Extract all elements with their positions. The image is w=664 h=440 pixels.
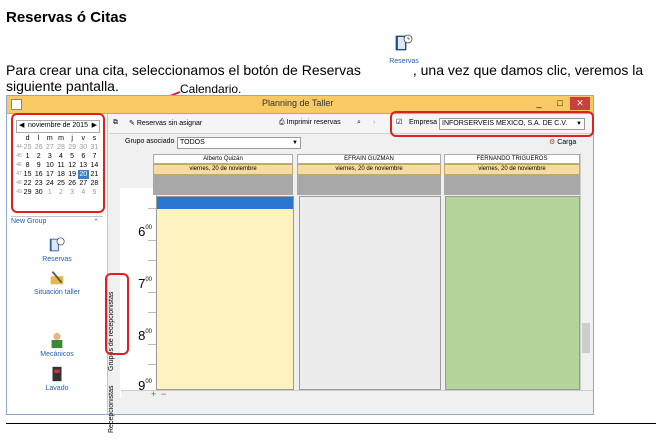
sidebar-item-mecanicos[interactable]: Mecánicos [7, 331, 107, 358]
column-gray-band [297, 175, 441, 195]
chevron-down-icon: ▼ [292, 140, 298, 146]
hour-label: 600 [138, 224, 152, 239]
book-clock-icon [49, 237, 65, 252]
schedule-column[interactable] [156, 196, 294, 390]
new-group-header[interactable]: New Group ⌃ [11, 216, 103, 228]
washer-icon [52, 366, 62, 382]
group-value: TODOS [180, 139, 205, 146]
binoculars-icon[interactable]: ⌕ [357, 119, 361, 127]
page-title: Reservas ó Citas [6, 9, 127, 26]
carga-button[interactable]: ⚙ Carga [549, 138, 576, 146]
column-header-name: Alberto Quizán [153, 154, 293, 164]
add-button[interactable]: + [151, 389, 156, 399]
hour-label: 800 [138, 328, 152, 343]
mechanic-icon [51, 332, 63, 349]
intro-text-before: Para crear una cita, seleccionamos el bo… [6, 62, 361, 78]
collapse-icon[interactable]: ⧉ [113, 119, 118, 127]
hour-label: 700 [138, 276, 152, 291]
tab-recepcionistas[interactable]: Recepcionistas [108, 378, 119, 440]
unassigned-reservations-label: Reservas sin asignar [136, 120, 203, 127]
carga-label: Carga [557, 139, 577, 146]
load-icon: ⚙ [549, 139, 556, 146]
chevron-right-icon[interactable]: › [373, 119, 375, 126]
schedule-column[interactable] [445, 196, 580, 390]
reservas-inline-icon: Reservas [386, 33, 422, 65]
column-header-name: EFRAIN GUZMAN [297, 154, 441, 164]
group-label: Grupo asociado [125, 138, 175, 145]
empresa-highlight [390, 111, 594, 137]
group-select[interactable]: TODOS ▼ [177, 137, 301, 149]
app-icon [11, 99, 22, 110]
group-selector-row: Grupo asociado TODOS ▼ ⚙ Carga [121, 136, 593, 150]
vertical-scrollbar[interactable] [580, 153, 592, 393]
printer-icon: ⎙ [279, 119, 285, 126]
divider [6, 423, 656, 424]
column-header-day: viernes, 20 de noviembre [444, 164, 580, 175]
column-gray-band [153, 175, 293, 195]
tools-icon [50, 271, 64, 285]
scrollbar-thumb[interactable] [582, 323, 590, 353]
window-title: Planning de Taller [262, 98, 334, 108]
selected-slot[interactable] [157, 197, 293, 209]
sidebar-item-situacion[interactable]: Situación taller [7, 269, 107, 296]
column-header-day: viernes, 20 de noviembre [297, 164, 441, 175]
close-button[interactable]: ✕ [570, 97, 590, 110]
sidebar-item-label: Situación taller [34, 289, 80, 296]
note-icon: ✎ [129, 120, 135, 127]
sidebar-item-reservas[interactable]: Reservas [7, 236, 107, 263]
sidebar-item-lavado[interactable]: Lavado [7, 365, 107, 392]
schedule-column[interactable] [299, 196, 441, 390]
maximize-button[interactable]: □ [550, 97, 570, 110]
column-header-day: viernes, 20 de noviembre [153, 164, 293, 175]
sidebar-item-label: Lavado [45, 385, 69, 392]
minimize-button[interactable]: _ [529, 97, 549, 110]
horizontal-scrollbar[interactable]: + − [121, 389, 593, 401]
chevron-up-icon[interactable]: ⌃ [93, 218, 99, 226]
print-reservations-button[interactable]: ⎙ Imprimir reservas [279, 119, 341, 127]
sidebar-item-label: Mecánicos [40, 351, 74, 358]
sidebar-item-label: Reservas [42, 256, 72, 263]
tabs-highlight [105, 273, 129, 355]
column-gray-band [444, 175, 580, 195]
unassigned-reservations-button[interactable]: ✎ Reservas sin asignar [129, 119, 202, 127]
print-reservations-label: Imprimir reservas [286, 119, 341, 126]
new-group-label: New Group [11, 218, 47, 225]
column-header-name: FERNANDO TRIGUEROS [444, 154, 580, 164]
book-clock-icon [395, 34, 413, 51]
remove-button[interactable]: − [161, 389, 166, 399]
calendar-highlight [11, 113, 105, 213]
